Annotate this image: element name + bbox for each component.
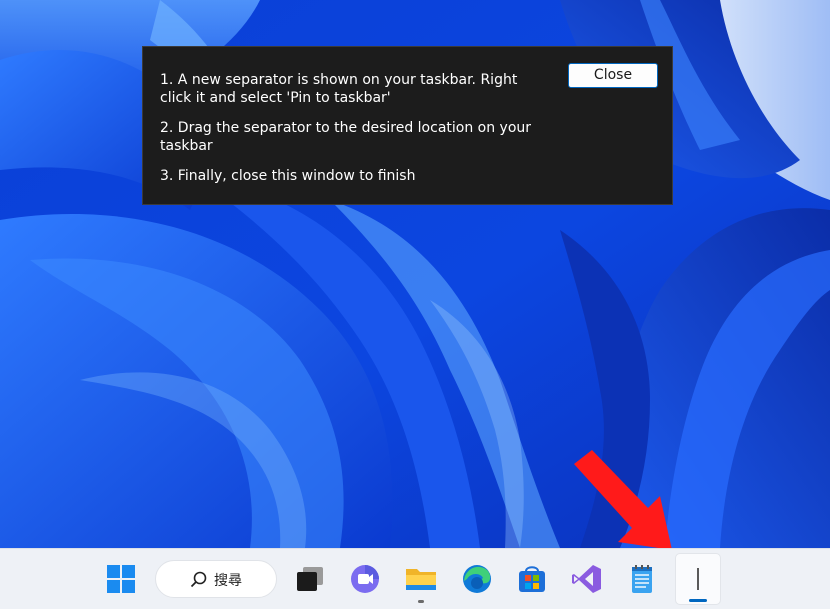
- instruction-steps: 1. A new separator is shown on your task…: [160, 71, 550, 197]
- search-label: 搜尋: [214, 573, 242, 589]
- close-button[interactable]: Close: [568, 63, 658, 88]
- search-box[interactable]: 搜尋: [155, 560, 277, 598]
- red-arrow-annotation: [568, 446, 678, 560]
- taskbar: 搜尋: [0, 548, 830, 609]
- taskbar-separator-item[interactable]: [675, 553, 721, 605]
- separator-icon: [697, 568, 699, 590]
- start-icon[interactable]: [103, 561, 139, 597]
- visual-studio-icon[interactable]: [569, 561, 605, 597]
- task-view-icon[interactable]: [292, 561, 328, 597]
- running-indicator: [418, 600, 424, 603]
- edge-icon[interactable]: [459, 561, 495, 597]
- active-indicator: [689, 599, 707, 602]
- instruction-dialog: 1. A new separator is shown on your task…: [142, 46, 673, 205]
- file-explorer-icon[interactable]: [403, 561, 439, 597]
- instruction-step: 1. A new separator is shown on your task…: [160, 72, 518, 106]
- instruction-step: 2. Drag the separator to the desired loc…: [160, 120, 532, 154]
- search-icon: [190, 571, 208, 593]
- notepad-icon[interactable]: [624, 561, 660, 597]
- teams-chat-icon[interactable]: [347, 561, 383, 597]
- instruction-step: 3. Finally, close this window to finish: [160, 168, 416, 184]
- store-icon[interactable]: [514, 561, 550, 597]
